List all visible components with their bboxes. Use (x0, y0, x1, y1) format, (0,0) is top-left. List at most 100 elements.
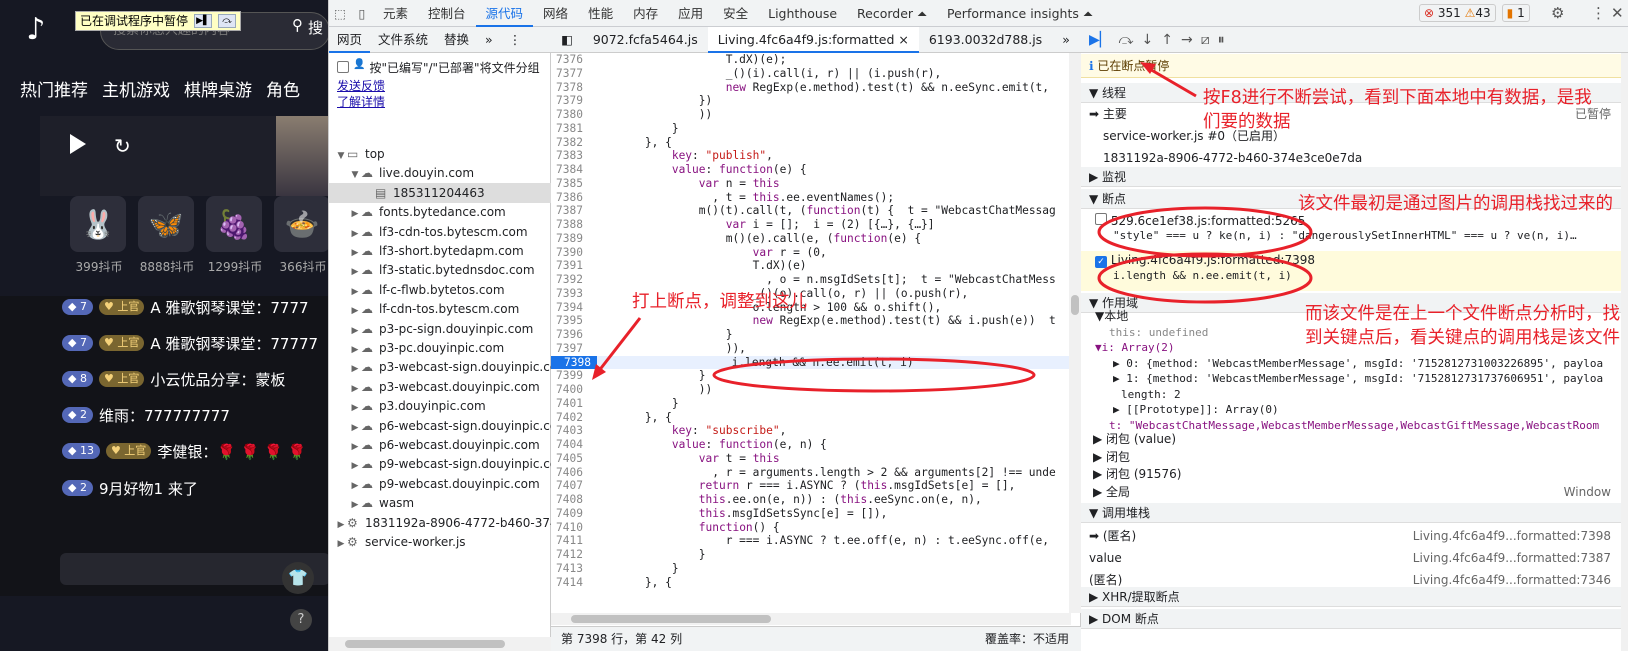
line-number[interactable]: 7414 (551, 576, 591, 590)
tree-item[interactable]: ▶ ☁ p3-pc.douyinpic.com (329, 338, 551, 358)
category-tab[interactable]: 主机游戏 (102, 76, 170, 101)
line-number[interactable]: 7405 (551, 452, 591, 466)
devtools-tab[interactable]: 应用 (668, 0, 713, 27)
resume-overlay-button[interactable]: ▶▌ (194, 14, 213, 28)
tree-arrow-icon[interactable]: ▶ (349, 204, 361, 222)
code-line[interactable]: 7383 key: "publish", (551, 149, 1071, 163)
code-line[interactable]: 7402 }, { (551, 411, 1071, 425)
more-options-icon[interactable]: ⋮ (1591, 4, 1606, 22)
video-player[interactable] (40, 116, 328, 196)
devtools-tab[interactable]: Lighthouse (758, 0, 847, 27)
code-line[interactable]: 7413 } (551, 562, 1071, 576)
thread-item[interactable]: 1831192a-8906-4772-b460-374e3ce0e7da (1081, 147, 1621, 169)
code-line[interactable]: 7410 function() { (551, 521, 1071, 535)
code-line[interactable]: 7387 m()(t).call(t, (function(t) { t = "… (551, 204, 1071, 218)
line-number[interactable]: 7398 (551, 355, 597, 370)
line-number[interactable]: 7400 (551, 383, 591, 397)
code-line[interactable]: 7390 var r = (0, (551, 246, 1071, 260)
code-line[interactable]: 7388 var i = []; i = (2) [{…}, {…}] (551, 218, 1071, 232)
line-number[interactable]: 7377 (551, 67, 591, 81)
line-number[interactable]: 7397 (551, 342, 591, 356)
tree-item[interactable]: ▶ ☁ p3-webcast.douyinpic.com (329, 377, 551, 397)
navigator-tab[interactable]: 文件系统 (370, 27, 436, 53)
gift-item[interactable]: 🍲 366抖币 (274, 196, 328, 275)
tree-item[interactable]: ▶ ☁ p9-webcast-sign.douyinpic.com (329, 454, 551, 474)
tree-item[interactable]: ▶ ☁ lf-c-flwb.bytetos.com (329, 280, 551, 300)
devtools-tab[interactable]: 网络 (533, 0, 578, 27)
issues-count[interactable]: ▮ 1 (1501, 4, 1530, 22)
issue-counters[interactable]: ⊗ 351 ⚠43 ▮ 1 (1419, 4, 1530, 22)
tree-arrow-icon[interactable]: ▶ (349, 282, 361, 300)
scope-closure[interactable]: ▶ 全局 Window (1081, 484, 1621, 501)
navigator-scrollbar[interactable] (329, 637, 551, 651)
code-line[interactable]: 7406 , r = arguments.length > 2 && argum… (551, 466, 1071, 480)
coverage-status[interactable]: 覆盖率：不适用 (985, 627, 1069, 651)
code-line[interactable]: 7412 } (551, 548, 1071, 562)
line-number[interactable]: 7390 (551, 246, 591, 260)
search-button[interactable]: 搜 (308, 17, 323, 38)
code-line[interactable]: 7376 T.dX)(e); (551, 53, 1071, 67)
more-options-icon[interactable]: ⋮ (501, 27, 530, 53)
line-number[interactable]: 7387 (551, 204, 591, 218)
code-line[interactable]: 7404 value: function(e, n) { (551, 438, 1071, 452)
toggle-navigator-icon[interactable]: ◧ (551, 27, 583, 53)
code-line[interactable]: 7414 }, { (551, 576, 1071, 590)
scope-closure[interactable]: ▶ 闭包 (1081, 449, 1621, 466)
devtools-tab[interactable]: Performance insights ⏶ (937, 0, 1103, 27)
code-line[interactable]: 7411 r === i.ASYNC ? t.ee.off(e, n) : t.… (551, 534, 1071, 548)
devtools-tab[interactable]: 性能 (578, 0, 623, 27)
play-icon[interactable] (70, 134, 86, 154)
code-view[interactable]: 7376 T.dX)(e); 7377 _()(i).call(i, r) || … (551, 53, 1071, 626)
navigator-tab[interactable]: 替换 (436, 27, 477, 53)
tree-arrow-icon[interactable]: ▶ (349, 224, 361, 242)
tree-item[interactable]: ▶ ☁ p3.douyinpic.com (329, 396, 551, 416)
devtools-tab[interactable]: 控制台 (418, 0, 476, 27)
deactivate-breakpoints-icon[interactable]: ⧄ (1201, 32, 1210, 48)
tree-arrow-icon[interactable]: ▶ (349, 418, 361, 436)
tree-item[interactable]: ▶ ☁ lf-cdn-tos.bytescm.com (329, 299, 551, 319)
line-number[interactable]: 7385 (551, 177, 591, 191)
devtools-tab[interactable]: 内存 (623, 0, 668, 27)
code-line[interactable]: 7392 , o = n.msgIdSets[t]; t = "WebcastC… (551, 273, 1071, 287)
line-number[interactable]: 7386 (551, 191, 591, 205)
tree-arrow-icon[interactable]: ▶ (349, 301, 361, 319)
search-icon[interactable]: ⚲ (292, 16, 303, 34)
code-line[interactable]: 7382 }, { (551, 136, 1071, 150)
category-tab[interactable]: 热门推荐 (20, 76, 88, 101)
code-line[interactable]: 7395 new RegExp(e.method).test(t) && i.p… (551, 314, 1071, 328)
callstack-frame[interactable]: ➡ (匿名) Living.4fc6a4f9...formatted:7398 (1081, 525, 1621, 547)
line-number[interactable]: 7410 (551, 521, 591, 535)
tree-item[interactable]: ▶ ☁ p6-webcast.douyinpic.com (329, 435, 551, 455)
code-line[interactable]: 7408 this.ee.on(e, n)) : (this.eeSync.on… (551, 493, 1071, 507)
code-line[interactable]: 7385 var n = this (551, 177, 1071, 191)
line-number[interactable]: 7389 (551, 232, 591, 246)
line-number[interactable]: 7394 (551, 301, 591, 315)
step-into-icon[interactable]: ↓ (1142, 32, 1154, 48)
sidebar-scrollbar[interactable] (1621, 53, 1628, 651)
line-number[interactable]: 7402 (551, 411, 591, 425)
code-line[interactable]: 7389 m()(e).call(e, (function(e) { (551, 232, 1071, 246)
tree-item[interactable]: ▶ ☁ p6-webcast-sign.douyinpic.com (329, 416, 551, 436)
editor-hscroll[interactable] (551, 613, 1071, 625)
line-number[interactable]: 7401 (551, 397, 591, 411)
line-number[interactable]: 7408 (551, 493, 591, 507)
line-number[interactable]: 7391 (551, 259, 591, 273)
tree-arrow-icon[interactable]: ▼ (335, 146, 347, 164)
tree-item[interactable]: ▶ ☁ p3-webcast-sign.douyinpic.com (329, 357, 551, 377)
line-number[interactable]: 7393 (551, 287, 591, 301)
xhr-breakpoints-section[interactable]: ▶ XHR/提取断点 (1081, 587, 1621, 607)
tree-arrow-icon[interactable]: ▶ (349, 456, 361, 474)
tree-arrow-icon[interactable]: ▶ (349, 340, 361, 358)
code-line[interactable]: 7380 )) (551, 108, 1071, 122)
line-number[interactable]: 7406 (551, 466, 591, 480)
tree-arrow-icon[interactable]: ▶ (335, 515, 347, 533)
tree-arrow-icon[interactable]: ▶ (349, 495, 361, 513)
code-line[interactable]: 7403 key: "subscribe", (551, 424, 1071, 438)
resume-icon[interactable]: ▶▏ (1089, 32, 1111, 48)
tree-item[interactable]: ▶ ☁ p3-pc-sign.douyinpic.com (329, 319, 551, 339)
editor-tab[interactable]: 9072.fcfa5464.js (583, 27, 708, 53)
device-toolbar-icon[interactable]: ▯ (351, 6, 373, 21)
tree-item[interactable]: ▶⚙ 1831192a-8906-4772-b460-374e3c (329, 513, 551, 533)
dom-breakpoints-section[interactable]: ▶ DOM 断点 (1081, 609, 1621, 629)
scope-item-0[interactable]: ▶ 0: {method: 'WebcastMemberMessage', ms… (1081, 356, 1621, 372)
